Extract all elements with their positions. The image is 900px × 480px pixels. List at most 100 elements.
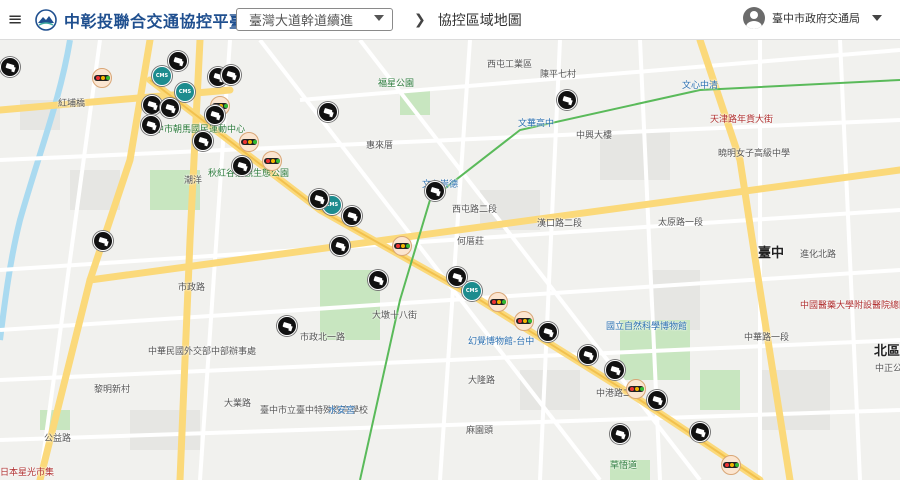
map-label: 福星公園 (378, 79, 415, 89)
map-label: 北區 (874, 344, 900, 359)
map-canvas[interactable]: 西屯工業區 陳平七村 福星公園 文華高中 惠來厝 文心崇德 天津路年貨大街 曉明… (0, 40, 900, 480)
map-label: 潮洋 (184, 176, 203, 186)
cctv-camera-icon[interactable] (447, 267, 467, 287)
map-label: 中興大樓 (576, 131, 613, 141)
traffic-signal-icon[interactable] (626, 379, 646, 399)
map-label: 幻覺博物館-台中 (468, 337, 535, 347)
cctv-camera-icon[interactable] (160, 98, 180, 118)
cctv-camera-icon[interactable] (141, 115, 161, 135)
cctv-camera-icon[interactable] (538, 322, 558, 342)
cctv-camera-icon[interactable] (193, 131, 213, 151)
cms-label: CMS (155, 73, 169, 79)
cctv-camera-icon[interactable] (557, 90, 577, 110)
route-select[interactable]: 臺灣大道幹道續進 (236, 8, 393, 31)
cms-label: CMS (465, 288, 479, 294)
traffic-signal-icon[interactable] (262, 151, 282, 171)
cctv-camera-icon[interactable] (0, 57, 20, 77)
traffic-signal-icon[interactable] (392, 236, 412, 256)
user-name: 臺中市政府交通局 (772, 12, 860, 25)
user-menu[interactable]: 臺中市政府交通局 (743, 7, 882, 29)
user-menu-caret-icon (872, 15, 882, 21)
map-label: 國立自然科學博物館 (606, 322, 688, 332)
cctv-camera-icon[interactable] (277, 316, 297, 336)
signal-lamp (271, 159, 275, 163)
signal-lamp (276, 159, 280, 163)
signal-lamp (725, 463, 729, 467)
map-label: 西屯工業區 (487, 60, 533, 70)
map-label: 大墩十八街 (372, 311, 418, 321)
cctv-camera-icon[interactable] (605, 360, 625, 380)
map-label: 中國醫藥大學附設醫院總院 (800, 301, 900, 311)
map-label: 臺中 (758, 246, 785, 261)
map-label: 文華高中 (518, 119, 555, 129)
signal-lamp (523, 319, 527, 323)
cctv-camera-icon[interactable] (690, 422, 710, 442)
signal-lamp (101, 76, 105, 80)
signal-lamp (492, 300, 496, 304)
dropdown-caret-icon (374, 15, 384, 21)
signal-lamp (224, 104, 228, 108)
cctv-camera-icon[interactable] (168, 51, 188, 71)
signal-lamp (396, 244, 400, 248)
traffic-signal-icon[interactable] (514, 311, 534, 331)
cctv-camera-icon[interactable] (232, 156, 252, 176)
cctv-camera-icon[interactable] (342, 206, 362, 226)
signal-lamp (518, 319, 522, 323)
signal-lamp (401, 244, 405, 248)
traffic-signal-icon[interactable] (721, 455, 741, 475)
cctv-camera-icon[interactable] (93, 231, 113, 251)
cctv-camera-icon[interactable] (330, 236, 350, 256)
signal-lamp (497, 300, 501, 304)
cms-sign-icon[interactable]: CMS (462, 281, 482, 301)
signal-lamp (106, 76, 110, 80)
signal-lamp (730, 463, 734, 467)
signal-lamp (96, 76, 100, 80)
cctv-camera-icon[interactable] (205, 105, 225, 125)
map-label: 紅埔橋 (58, 99, 86, 109)
cms-sign-icon[interactable]: CMS (152, 66, 172, 86)
map-label: 市政北一路 (300, 333, 346, 343)
map-label: 中華民國外交部中部辦事處 (148, 347, 257, 357)
map-label: 惠來厝 (366, 141, 394, 151)
cctv-camera-icon[interactable] (368, 270, 388, 290)
cctv-camera-icon[interactable] (309, 189, 329, 209)
breadcrumb-current: 協控區域地圖 (437, 13, 522, 29)
account-circle-icon (743, 7, 765, 29)
map-label: 日本星光市集 (0, 468, 55, 478)
signal-lamp (502, 300, 506, 304)
cctv-camera-icon[interactable] (647, 390, 667, 410)
cctv-camera-icon[interactable] (221, 65, 241, 85)
cctv-camera-icon[interactable] (578, 345, 598, 365)
map-label: 草悟道 (610, 461, 638, 471)
cctv-camera-icon[interactable] (610, 424, 630, 444)
map-label: 何厝莊 (457, 237, 485, 247)
cctv-camera-icon[interactable] (142, 95, 162, 115)
cctv-camera-icon[interactable] (318, 102, 338, 122)
mountain-logo-icon (35, 8, 57, 31)
top-app-bar: ≡ 中彰投聯合交通協控平臺 臺灣大道幹道續進 ❯ 協控區域地圖 臺中市政府交通局 (0, 0, 900, 40)
signal-lamp (630, 387, 634, 391)
map-label: 水安宮 (328, 406, 356, 416)
signal-lamp (266, 159, 270, 163)
cctv-camera-icon[interactable] (425, 181, 445, 201)
chevron-right-icon: ❯ (414, 12, 426, 28)
signal-lamp (406, 244, 410, 248)
map-label: 曉明女子高級中學 (718, 149, 791, 159)
app-logo[interactable]: 中彰投聯合交通協控平臺 (34, 8, 246, 32)
map-label: 太原路一段 (658, 218, 704, 228)
hamburger-icon[interactable]: ≡ (0, 0, 30, 40)
map-label: 黎明新村 (94, 385, 131, 395)
map-label: 西屯路二段 (452, 205, 498, 215)
cms-label: CMS (178, 89, 192, 95)
map-label: 大隆路 (468, 376, 496, 386)
signal-lamp (735, 463, 739, 467)
traffic-signal-icon[interactable] (239, 132, 259, 152)
cms-sign-icon[interactable]: CMS (175, 82, 195, 102)
map-label: 天津路年貨大街 (710, 115, 774, 125)
traffic-signal-icon[interactable] (92, 68, 112, 88)
map-label: 麻園頭 (466, 426, 494, 436)
signal-lamp (253, 140, 257, 144)
breadcrumb: ❯ 協控區域地圖 (414, 10, 522, 30)
traffic-signal-icon[interactable] (488, 292, 508, 312)
map-label: 中正公 (875, 364, 900, 374)
